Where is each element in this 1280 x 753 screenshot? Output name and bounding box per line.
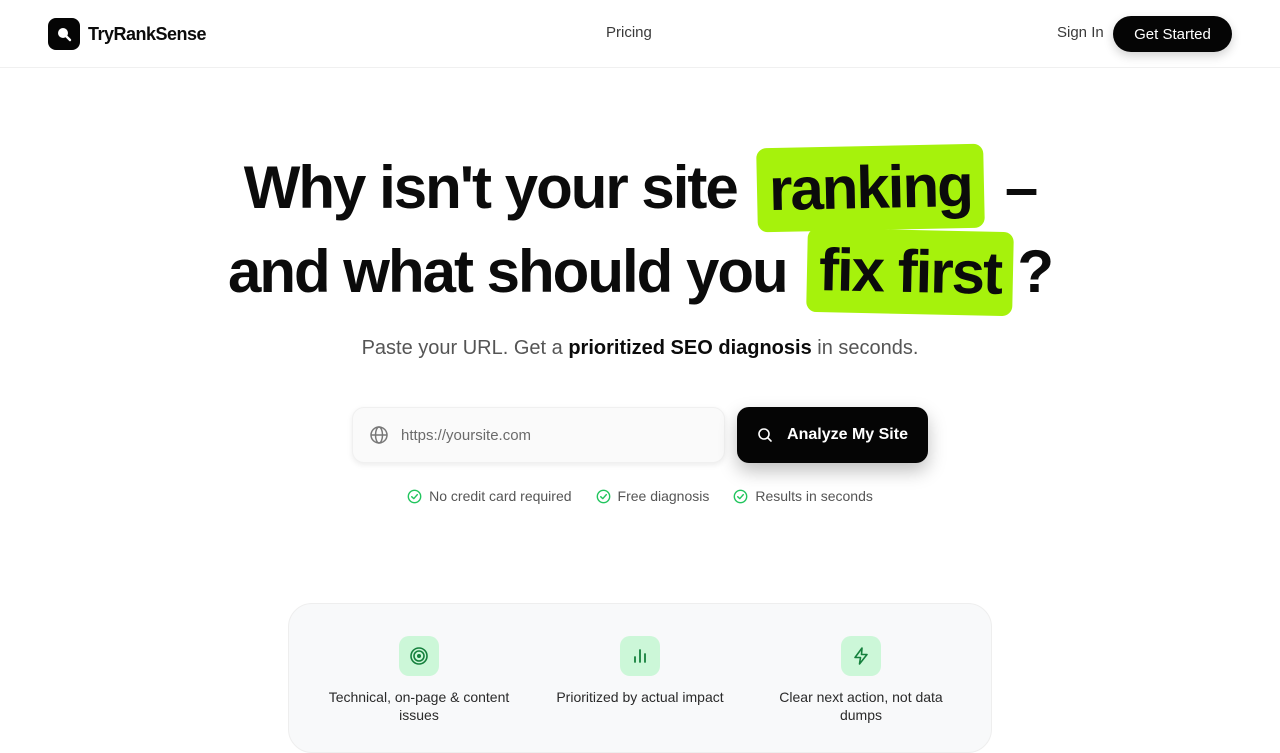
- feature-label: Technical, on-page & content issues: [328, 689, 510, 723]
- globe-icon: [370, 426, 388, 444]
- hero-headline-line-2: and what should you fix first?: [0, 227, 1280, 317]
- check-item: No credit card required: [407, 488, 572, 504]
- headline-text: Why isn't your site: [243, 154, 739, 221]
- feature-item: Clear next action, not data dumps: [751, 636, 971, 724]
- check-circle-icon: [596, 489, 610, 503]
- nav-link-pricing[interactable]: Pricing: [606, 24, 652, 41]
- check-item: Free diagnosis: [596, 488, 710, 504]
- feature-item: Technical, on-page & content issues: [309, 636, 529, 724]
- headline-text: and what should you: [227, 238, 789, 305]
- feature-item: Prioritized by actual impact: [530, 636, 750, 706]
- headline-question-mark: ?: [1017, 238, 1054, 305]
- subtitle-bold: prioritized SEO diagnosis: [568, 337, 812, 359]
- url-input[interactable]: [401, 415, 701, 455]
- feature-label: Clear next action, not data dumps: [779, 689, 943, 723]
- check-circle-icon: [407, 489, 422, 503]
- trust-checks: No credit card required Free diagnosis R…: [0, 488, 1280, 504]
- get-started-button[interactable]: Get Started: [1113, 16, 1232, 52]
- check-label: No credit card required: [429, 488, 572, 504]
- check-label: Free diagnosis: [617, 488, 710, 504]
- target-icon: [399, 636, 439, 676]
- feature-label: Prioritized by actual impact: [556, 689, 724, 705]
- search-icon: [758, 428, 772, 442]
- brand-name: TryRankSense: [88, 23, 207, 44]
- features-card: Technical, on-page & content issues Prio…: [288, 603, 992, 753]
- analyze-my-site-button[interactable]: Analyze My Site: [737, 407, 928, 463]
- hero-headline-line-1: Why isn't your site ranking –: [0, 143, 1280, 233]
- hero-subtitle: Paste your URL. Get a prioritized SEO di…: [0, 337, 1280, 360]
- check-label: Results in seconds: [755, 488, 873, 504]
- url-input-wrapper: [352, 407, 725, 463]
- headline-highlight-fix-first: fix first: [806, 227, 1015, 317]
- headline-dash: –: [1004, 154, 1038, 221]
- headline-highlight-ranking: ranking: [756, 143, 986, 233]
- brand-logo-link[interactable]: TryRankSense: [48, 18, 207, 50]
- top-nav: TryRankSense Pricing Sign In Get Started: [0, 0, 1280, 68]
- sign-in-link[interactable]: Sign In: [1057, 24, 1104, 41]
- subtitle-text: Paste your URL. Get a: [361, 337, 563, 359]
- check-circle-icon: [733, 489, 748, 503]
- lightning-icon: [841, 636, 881, 676]
- check-item: Results in seconds: [733, 488, 873, 504]
- subtitle-text-end: in seconds.: [817, 337, 919, 359]
- bar-chart-icon: [620, 636, 660, 676]
- search-logo-icon: [48, 18, 80, 50]
- analyze-button-label: Analyze My Site: [787, 426, 908, 443]
